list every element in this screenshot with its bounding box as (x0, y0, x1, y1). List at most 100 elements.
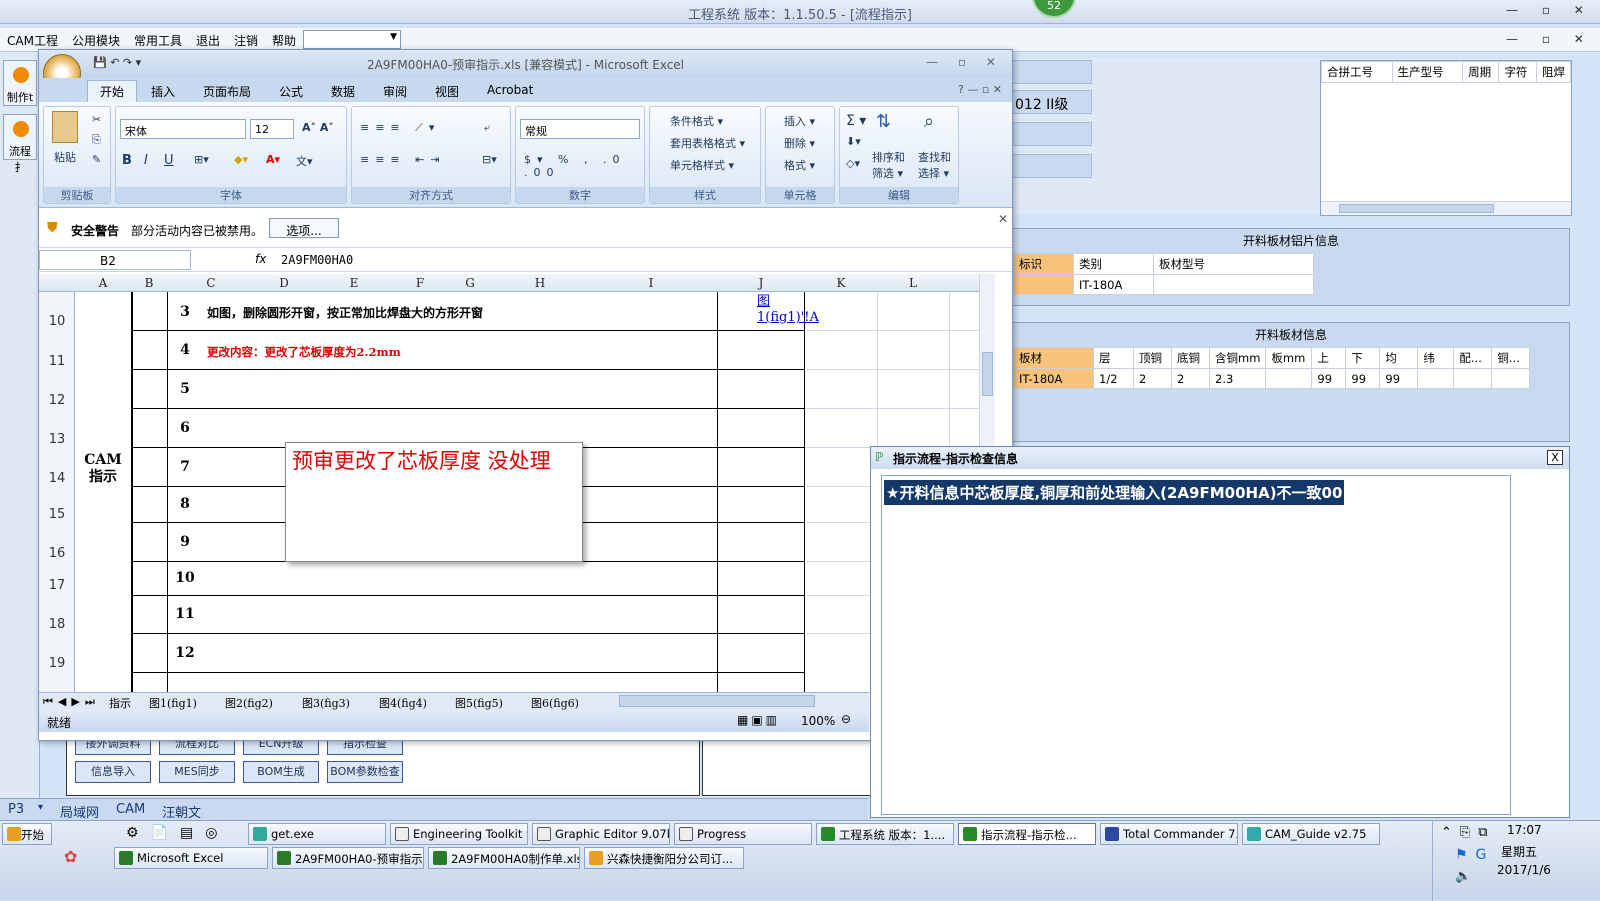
col-header-g[interactable]: G (445, 276, 495, 290)
sheet-tab[interactable]: 图2(fig2) (225, 695, 273, 711)
task-engineering-toolkit[interactable]: Engineering Toolkit 9.... (390, 823, 528, 845)
col-header-j[interactable]: J (717, 276, 805, 290)
fill-icon[interactable]: ⬇▾ (846, 135, 861, 148)
chevron-down-icon[interactable]: ▾ (38, 802, 43, 813)
tab-review[interactable]: 审阅 (383, 83, 407, 100)
task-get-exe[interactable]: get.exe (248, 823, 386, 845)
quick-launch-icon[interactable]: ✿ (64, 847, 77, 866)
format-painter-icon[interactable]: ✎ (92, 153, 101, 166)
font-grow-icon[interactable]: A˄ A˅ (302, 121, 334, 134)
fill-color-icon[interactable]: ◆▾ (234, 153, 248, 166)
merge-list[interactable]: 合拼工号 生产型号 周期 字符 阻焊 (1320, 60, 1572, 216)
zoom-out-icon[interactable]: ⊖ (841, 712, 851, 726)
col-header-l[interactable]: L (877, 276, 949, 290)
insert-cells-button[interactable]: 插入 ▾ (784, 113, 815, 129)
bom-param-check-button[interactable]: BOM参数检查 (327, 761, 403, 783)
name-box[interactable]: B2 (39, 250, 191, 270)
col-header-e[interactable]: E (313, 276, 395, 290)
mdi-window-controls[interactable]: — ▫ ✕ (1506, 32, 1594, 46)
security-options-button[interactable]: 选项... (269, 218, 339, 238)
sort-filter-icon[interactable]: ⇅ (876, 111, 891, 132)
paste-icon[interactable] (52, 111, 78, 143)
font-size-select[interactable]: 12 (250, 119, 294, 139)
italic-button[interactable]: I (144, 153, 148, 168)
row-header[interactable]: 12 (39, 393, 75, 408)
col-header-f[interactable]: F (395, 276, 445, 290)
app-window-controls[interactable]: — ▫ ✕ (1506, 3, 1594, 17)
row-header[interactable]: 18 (39, 617, 75, 632)
format-cells-button[interactable]: 格式 ▾ (784, 157, 815, 173)
task-total-commander[interactable]: Total Commander 7.0... (1100, 823, 1238, 845)
menu-tools[interactable]: 常用工具 (127, 28, 189, 49)
foil-table[interactable]: 标识 类别 板材型号 IT-180A (1013, 253, 1314, 295)
task-progress[interactable]: Progress (674, 823, 812, 845)
wrap-text-icon[interactable]: ⤶ (484, 121, 490, 135)
row-header[interactable]: 11 (39, 354, 75, 369)
row-header[interactable]: 15 (39, 507, 75, 522)
sheet-tab[interactable]: 图6(fig6) (531, 695, 579, 711)
p3-selector[interactable]: P3 (8, 802, 24, 817)
phonetic-icon[interactable]: 文▾ (296, 153, 313, 169)
zoom-level[interactable]: 100% (801, 714, 835, 728)
menu-exit[interactable]: 退出 (189, 28, 227, 49)
find-select-icon[interactable]: ⌕ (924, 111, 934, 132)
col-header-h[interactable]: H (495, 276, 585, 290)
task-excel[interactable]: Microsoft Excel (114, 847, 268, 869)
col-header-i[interactable]: I (585, 276, 717, 290)
tab-insert[interactable]: 插入 (151, 83, 175, 100)
delete-cells-button[interactable]: 删除 ▾ (784, 135, 815, 151)
task-check-dialog[interactable]: 指示流程-指示检... (958, 823, 1096, 845)
tab-formula[interactable]: 公式 (279, 83, 303, 100)
menu-common[interactable]: 公用模块 (65, 28, 127, 49)
row-header[interactable]: 17 (39, 578, 75, 593)
copy-icon[interactable]: ⎘ (92, 133, 101, 147)
clock-time[interactable]: 17:07 (1507, 823, 1542, 837)
sheet-tab[interactable]: 指示 (109, 695, 131, 711)
clear-icon[interactable]: ◇▾ (846, 157, 860, 170)
cell-style-button[interactable]: 单元格样式 ▾ (670, 157, 734, 173)
task-graphic-editor[interactable]: Graphic Editor 9.07b2... (532, 823, 670, 845)
start-button[interactable]: 开始 (2, 823, 52, 845)
tab-data[interactable]: 数据 (331, 83, 355, 100)
menu-logout[interactable]: 注销 (227, 28, 265, 49)
mes-sync-button[interactable]: MES同步 (159, 761, 235, 783)
task-engineering-system[interactable]: 工程系统 版本：1.... (816, 823, 954, 845)
row-header[interactable]: 16 (39, 546, 75, 561)
vscroll-thumb[interactable] (982, 352, 993, 396)
menu-help[interactable]: 帮助 (265, 28, 303, 49)
tray-app-icons[interactable]: ⚑G (1455, 847, 1494, 863)
bold-button[interactable]: B (122, 153, 132, 168)
col-header-k[interactable]: K (805, 276, 877, 290)
menu-combo[interactable]: ▼ (303, 30, 401, 49)
view-buttons[interactable]: ▦▣▥ (737, 713, 780, 727)
row-header[interactable]: 13 (39, 432, 75, 447)
quick-launch-icons[interactable]: ⚙📄▤◎ (126, 825, 229, 841)
list-hscroll[interactable] (1321, 201, 1571, 215)
row-header[interactable]: 19 (39, 656, 75, 671)
tray-icons[interactable]: ⌃⎘⧉ (1441, 825, 1496, 840)
tab-layout[interactable]: 页面布局 (203, 83, 251, 100)
flow-button[interactable]: 流程扌 (3, 114, 37, 174)
figure-link[interactable]: 图 1(fig1)'!A (757, 294, 819, 326)
valign-icons[interactable]: ≡≡≡ ⟋▾ (360, 121, 440, 135)
font-color-icon[interactable]: A▾ (266, 153, 280, 166)
tab-home[interactable]: 开始 (87, 80, 138, 104)
col-header-c[interactable]: C (167, 276, 255, 290)
col-header-a[interactable]: A (75, 276, 131, 290)
dialog-textarea[interactable]: ★开料信息中芯板厚度,铜厚和前处理输入(2A9FM00HA)不一致00 (881, 475, 1511, 815)
table-format-button[interactable]: 套用表格格式 ▾ (670, 135, 745, 151)
formula-input[interactable]: 2A9FM00HA0 (281, 253, 353, 267)
row-header[interactable]: 14 (39, 471, 75, 486)
task-order[interactable]: 兴森快捷衡阳分公司订... (584, 847, 744, 869)
close-icon[interactable]: ✕ (998, 212, 1008, 226)
comment-popup[interactable]: 预审更改了芯板厚度 没处理 (285, 442, 583, 562)
board-table[interactable]: 板材层顶铜 底铜 含铜mm 板mm 上下均纬配... 铜... IT-180A 1/2 2 2 2… (1013, 347, 1531, 389)
tab-view[interactable]: 视图 (435, 83, 459, 100)
quick-access-toolbar[interactable]: 💾 ↶ ↷ ▾ (93, 56, 141, 69)
number-format-select[interactable]: 常规 (520, 119, 640, 139)
bom-generate-button[interactable]: BOM生成 (243, 761, 319, 783)
cut-icon[interactable]: ✂ (92, 113, 101, 126)
dialog-close-button[interactable]: X (1547, 450, 1563, 465)
sheet-tab[interactable]: 图3(fig3) (302, 695, 350, 711)
merge-center-icon[interactable]: ⊟▾ (482, 153, 497, 166)
